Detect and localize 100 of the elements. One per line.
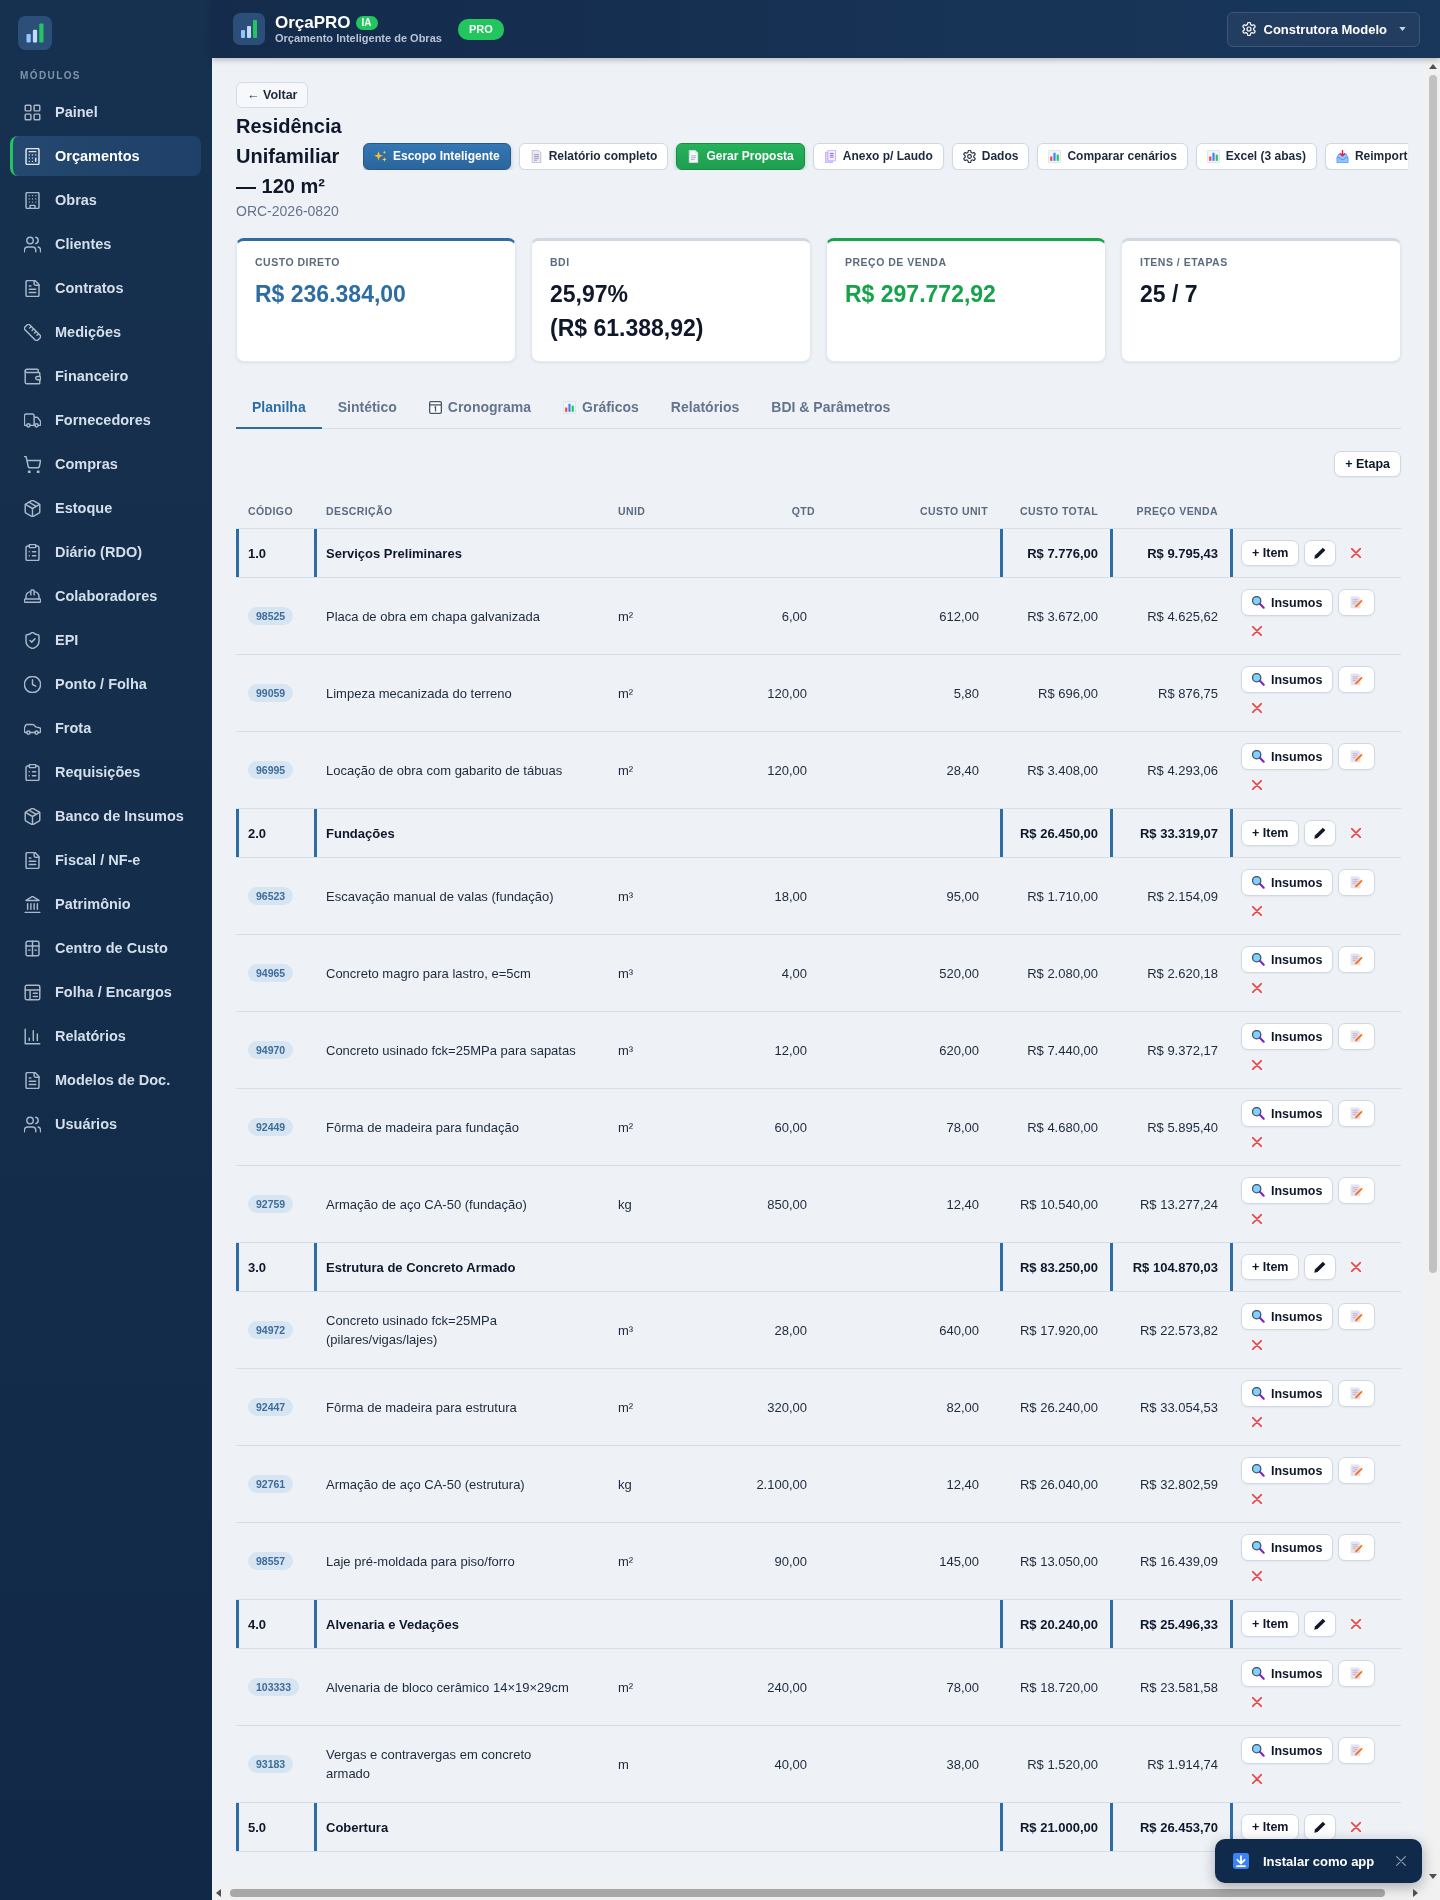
app-tagline: Orçamento Inteligente de Obras	[275, 32, 442, 45]
edit-button[interactable]	[1304, 1611, 1337, 1637]
inputs-button[interactable]: Insumos	[1241, 1534, 1334, 1561]
inputs-button[interactable]: Insumos	[1241, 1023, 1334, 1050]
sidebar-item[interactable]: Requisições	[10, 752, 201, 792]
plan-badge: PRO	[457, 18, 504, 40]
sidebar-item[interactable]: Diário (RDO)	[10, 532, 201, 572]
scrollbar-thumb[interactable]	[230, 1888, 1385, 1897]
sidebar-item[interactable]: Painel	[10, 92, 201, 132]
sidebar-item[interactable]: Clientes	[10, 224, 201, 264]
sidebar-item[interactable]: Compras	[10, 444, 201, 484]
inputs-button[interactable]: Insumos	[1241, 1457, 1334, 1484]
tab[interactable]: Cronograma	[412, 386, 548, 429]
sidebar-item[interactable]: Patrimônio	[10, 884, 201, 924]
toolbar-button[interactable]: Excel (3 abas)	[1195, 142, 1317, 170]
sidebar-item[interactable]: Colaboradores	[10, 576, 201, 616]
sidebar-item[interactable]: Ponto / Folha	[10, 664, 201, 704]
sidebar-item[interactable]: Orçamentos	[10, 136, 201, 176]
sidebar-item[interactable]: Financeiro	[10, 356, 201, 396]
inputs-button[interactable]: Insumos	[1241, 1737, 1334, 1764]
vertical-scrollbar[interactable]	[1425, 58, 1440, 1885]
stage-sale-price: R$ 25.496,33	[1139, 1616, 1218, 1632]
toolbar-button[interactable]: Relatório completo	[518, 142, 669, 170]
sidebar-item[interactable]: Banco de Insumos	[10, 796, 201, 836]
inputs-button[interactable]: Insumos	[1241, 869, 1334, 896]
total-cost: R$ 1.710,00	[1027, 887, 1098, 906]
sidebar-item[interactable]: Medições	[10, 312, 201, 352]
tab[interactable]: Sintético	[321, 386, 413, 429]
add-item-button[interactable]: + Item	[1241, 540, 1300, 566]
edit-button[interactable]	[1304, 1254, 1337, 1280]
inputs-button[interactable]: Insumos	[1241, 1177, 1334, 1204]
tab[interactable]: BDI & Parâmetros	[755, 386, 907, 429]
tab[interactable]: Gráficos	[547, 386, 655, 429]
sidebar-item[interactable]: EPI	[10, 620, 201, 660]
add-item-button[interactable]: + Item	[1241, 1814, 1300, 1840]
tab[interactable]: Planilha	[236, 386, 322, 429]
edit-button[interactable]	[1304, 1814, 1337, 1840]
sidebar-item[interactable]: Contratos	[10, 268, 201, 308]
card-label: PREÇO DE VENDA	[845, 256, 947, 269]
sidebar-item[interactable]: Centro de Custo	[10, 928, 201, 968]
horizontal-scrollbar[interactable]	[212, 1885, 1440, 1900]
back-button[interactable]: ← Voltar	[236, 82, 309, 108]
inputs-button[interactable]: Insumos	[1241, 743, 1334, 770]
document-icon	[24, 279, 41, 297]
toolbar-button[interactable]: Escopo Inteligente	[363, 142, 511, 170]
cross-icon	[1252, 1340, 1262, 1350]
total-cost: R$ 696,00	[1038, 684, 1098, 703]
toolbar-button[interactable]: Dados	[951, 142, 1030, 170]
sidebar-item[interactable]: Frota	[10, 708, 201, 748]
sale-price: R$ 16.439,09	[1139, 1552, 1218, 1571]
sidebar-item[interactable]: Estoque	[10, 488, 201, 528]
toolbar-button[interactable]: Anexo p/ Laudo	[812, 142, 944, 170]
sale-price: R$ 4.625,62	[1147, 607, 1218, 626]
sidebar-item[interactable]: Modelos de Doc.	[10, 1060, 201, 1100]
search-icon	[1252, 750, 1265, 763]
company-button[interactable]: Construtora Modelo	[1226, 11, 1420, 47]
scrollbar-thumb[interactable]	[1428, 75, 1437, 1273]
unit-cost: 12,40	[946, 1195, 979, 1214]
add-item-button[interactable]: + Item	[1241, 1611, 1300, 1637]
sidebar-item[interactable]: Obras	[10, 180, 201, 220]
edit-button[interactable]	[1304, 540, 1337, 566]
note-pencil-icon	[1350, 1107, 1364, 1120]
toolbar-button[interactable]: Reimport	[1324, 142, 1408, 170]
code-badge: 92449	[248, 1118, 294, 1136]
sidebar-item[interactable]: Fiscal / NF-e	[10, 840, 201, 880]
sale-price: R$ 4.293,06	[1147, 761, 1218, 780]
inputs-button[interactable]: Insumos	[1241, 1100, 1334, 1127]
unit-text: m³	[618, 1041, 634, 1060]
add-item-button[interactable]: + Item	[1241, 820, 1300, 846]
add-item-button[interactable]: + Item	[1241, 1254, 1300, 1280]
inputs-button[interactable]: Insumos	[1241, 946, 1334, 973]
item-description: Concreto magro para lastro, e=5cm	[326, 964, 531, 983]
sidebar-item[interactable]: Folha / Encargos	[10, 972, 201, 1012]
caret-right-icon[interactable]	[1413, 1888, 1418, 1897]
stage-title: Estrutura de Concreto Armado	[326, 1259, 516, 1275]
sale-price: R$ 2.620,18	[1147, 964, 1218, 983]
inputs-button[interactable]: Insumos	[1241, 1660, 1334, 1687]
inputs-button[interactable]: Insumos	[1241, 1380, 1334, 1407]
note-pencil-icon	[1350, 1541, 1364, 1554]
edit-button[interactable]	[1304, 820, 1337, 846]
caret-up-icon[interactable]	[1428, 64, 1437, 69]
sidebar-item[interactable]: Relatórios	[10, 1016, 201, 1056]
wallet-icon	[24, 367, 41, 385]
search-icon	[1252, 1387, 1265, 1400]
add-stage-button[interactable]: + Etapa	[1334, 451, 1401, 477]
inputs-button[interactable]: Insumos	[1241, 589, 1334, 616]
toolbar-button[interactable]: Comparar cenários	[1037, 142, 1188, 170]
caret-down-icon[interactable]	[1428, 1874, 1437, 1879]
cross-icon	[1252, 983, 1262, 993]
inputs-button[interactable]: Insumos	[1241, 666, 1334, 693]
tab[interactable]: Relatórios	[654, 386, 756, 429]
sidebar-item[interactable]: Fornecedores	[10, 400, 201, 440]
pages-icon	[823, 149, 837, 163]
caret-left-icon[interactable]	[216, 1888, 221, 1897]
sidebar-item[interactable]: Usuários	[10, 1104, 201, 1144]
code-badge: 92761	[248, 1475, 294, 1493]
unit-text: kg	[618, 1475, 632, 1494]
total-cost: R$ 18.720,00	[1019, 1678, 1098, 1697]
unit-text: m²	[618, 684, 634, 703]
inputs-button[interactable]: Insumos	[1241, 1303, 1334, 1330]
